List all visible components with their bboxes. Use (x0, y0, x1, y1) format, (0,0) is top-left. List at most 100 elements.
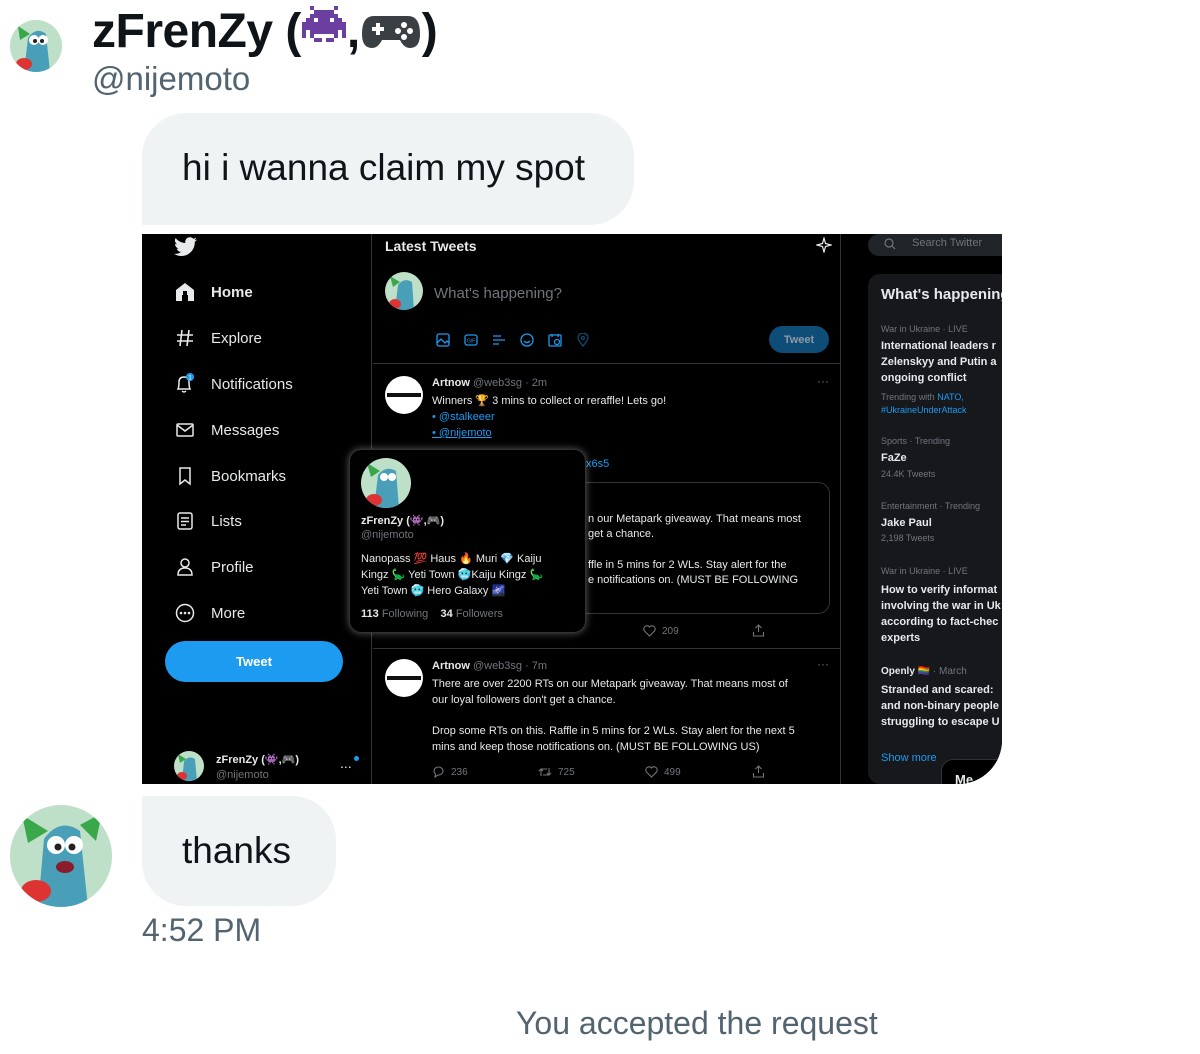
trend-meta: War in Ukraine · LIVE (881, 324, 968, 334)
trend-meta: Sports · Trending (881, 436, 951, 446)
tweet-avatar[interactable] (385, 376, 423, 414)
tweet-header: Artnow @web3sg · 2m (432, 377, 547, 389)
trend-headline[interactable]: Stranded and scared: (881, 682, 993, 698)
trend-count: 2,198 Tweets (881, 533, 935, 543)
location-icon[interactable] (574, 331, 591, 348)
envelope-icon (174, 419, 196, 441)
mention-link[interactable]: • @nijemoto (432, 425, 492, 441)
message-bubble[interactable]: thanks (142, 796, 336, 906)
timeline-title: Latest Tweets (385, 238, 477, 254)
following-stat[interactable]: 113 Following (361, 608, 428, 620)
message-avatar[interactable] (10, 805, 112, 907)
followers-label: Followers (455, 608, 503, 620)
request-status: You accepted the request (516, 1005, 878, 1041)
schedule-icon[interactable] (546, 331, 563, 348)
hover-card-bio: Nanopass 💯 Haus 🔥 Muri 💎 Kaiju Kingz 🦕 Y… (361, 551, 543, 599)
trend-headline[interactable]: involving the war in Uk (881, 598, 1001, 614)
nav-lists[interactable]: Lists (174, 506, 242, 536)
tweet-text: mins and keep those notifications on. (M… (432, 741, 760, 753)
poll-icon[interactable] (490, 331, 507, 348)
contact-name: zFrenZy (,) (92, 4, 438, 62)
profile-avatar[interactable] (10, 20, 62, 72)
avatar-cartoon-image (10, 805, 112, 907)
emoji-icon[interactable] (518, 331, 535, 348)
screenshot-sidebar-nav: Home Explore 1 Notifications Messages Bo… (142, 234, 372, 784)
heart-icon (645, 766, 658, 778)
heart-icon (643, 625, 656, 637)
tweet-text: There are over 2200 RTs on our Metapark … (432, 678, 788, 690)
followers-count: 34 (440, 608, 453, 620)
trend-headline[interactable]: FaZe (881, 450, 907, 466)
hover-card-handle: @nijemoto (361, 529, 414, 541)
show-more-link[interactable]: Show more (881, 752, 937, 764)
trend-headline[interactable]: International leaders r (881, 338, 996, 354)
tweet-author[interactable]: Artnow (432, 660, 470, 672)
messages-drawer[interactable]: Me (941, 759, 1002, 784)
search-placeholder: Search Twitter (912, 237, 983, 249)
reply-icon (433, 766, 444, 778)
nav-messages[interactable]: Messages (174, 415, 279, 445)
media-icon[interactable] (434, 331, 451, 348)
tweet-author[interactable]: Artnow (432, 377, 470, 389)
reply-action[interactable]: 236 (432, 766, 468, 778)
mention-link[interactable]: • @stalkeeer (432, 409, 495, 425)
quote-text: ffle in 5 mins for 2 WLs. Stay alert for… (588, 559, 787, 571)
account-more-icon: ... (340, 755, 352, 771)
retweet-action[interactable]: 725 (538, 766, 575, 778)
tweet-avatar[interactable] (385, 659, 423, 697)
share-icon[interactable] (752, 624, 765, 637)
like-count: 209 (662, 625, 679, 637)
nav-profile-label: Profile (211, 558, 254, 576)
search-icon (884, 238, 896, 250)
nav-profile[interactable]: Profile (174, 552, 254, 582)
tweet-link[interactable]: x6s5 (586, 456, 609, 472)
followers-stat[interactable]: 34 Followers (441, 608, 503, 620)
unread-dot (354, 756, 359, 761)
nav-more[interactable]: More (174, 598, 245, 628)
trend-meta: Trending with NATO, (881, 392, 964, 402)
trend-headline[interactable]: Jake Paul (881, 515, 932, 531)
attached-screenshot-image[interactable]: Home Explore 1 Notifications Messages Bo… (142, 234, 1002, 784)
hover-card-stats: 113 Following 34 Followers (361, 608, 503, 620)
like-action[interactable]: 499 (645, 766, 681, 778)
share-icon[interactable] (752, 765, 765, 778)
nav-notifications[interactable]: 1 Notifications (174, 369, 293, 399)
compose-tweet-button[interactable]: Tweet (769, 326, 829, 353)
trend-link[interactable]: #UkraineUnderAttack (881, 405, 967, 415)
tweet-more-icon[interactable]: ··· (817, 374, 829, 388)
tweet-text: Winners 🏆 3 mins to collect or reraffle!… (432, 395, 667, 407)
search-input[interactable]: Search Twitter (868, 234, 1002, 256)
sidebar-tweet-button[interactable]: Tweet (165, 641, 343, 682)
trend-headline[interactable]: experts (881, 630, 920, 646)
list-icon (174, 510, 196, 532)
trend-headline[interactable]: How to verify informat (881, 582, 997, 598)
tweet-more-icon[interactable]: ··· (817, 657, 829, 671)
hover-card-name[interactable]: zFrenZy (👾,🎮) (361, 514, 444, 527)
nav-bookmarks[interactable]: Bookmarks (174, 461, 286, 491)
compose-input[interactable]: What's happening? (434, 285, 562, 302)
account-switcher[interactable]: zFrenZy (👾,🎮) @nijemoto ... (174, 749, 364, 781)
gif-icon[interactable]: GIF (462, 331, 479, 348)
quote-text: e notifications on. (MUST BE FOLLOWING (588, 574, 799, 586)
nav-explore[interactable]: Explore (174, 323, 262, 353)
like-action[interactable]: 209 (643, 625, 679, 637)
bell-icon: 1 (174, 373, 196, 395)
nav-home-label: Home (211, 283, 253, 301)
trend-headline[interactable]: and non-binary people (881, 698, 999, 714)
contact-name-text: zFrenZy ( (92, 5, 301, 58)
trend-link[interactable]: NATO, (937, 392, 964, 402)
hover-card-avatar[interactable] (361, 458, 411, 508)
trends-title: What's happening (881, 286, 1002, 303)
trend-headline[interactable]: according to fact-chec (881, 614, 998, 630)
trend-headline[interactable]: struggling to escape U (881, 714, 1000, 730)
trends-panel: What's happening War in Ukraine · LIVE I… (868, 274, 1002, 784)
trend-headline[interactable]: Zelenskyy and Putin a (881, 354, 997, 370)
message-bubble[interactable]: hi i wanna claim my spot (142, 113, 634, 225)
trend-headline[interactable]: ongoing conflict (881, 370, 967, 386)
nav-home[interactable]: Home (174, 277, 253, 307)
sparkle-icon[interactable] (816, 237, 832, 253)
game-controller-icon (360, 7, 422, 62)
nav-notifications-label: Notifications (211, 375, 293, 393)
trend-source-name: Openly 🏳️‍🌈 (881, 666, 931, 677)
trend-count: 24.4K Tweets (881, 469, 936, 479)
